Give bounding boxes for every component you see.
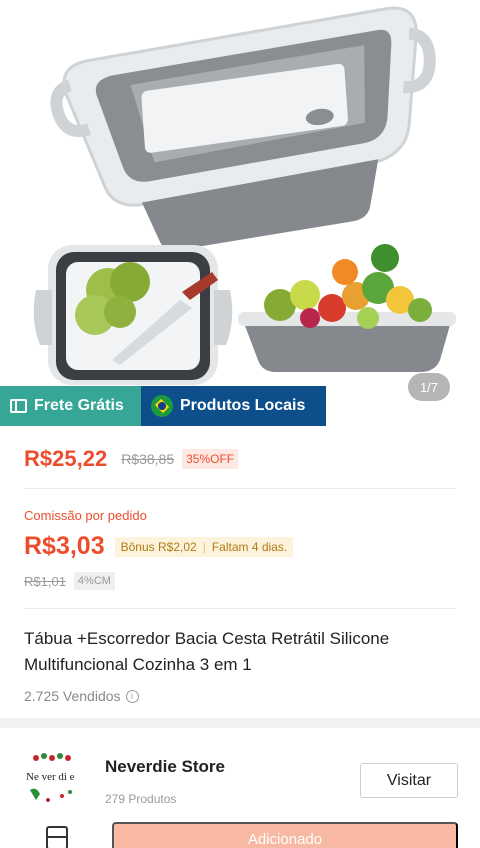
sold-count-row[interactable]: 2.725 Vendidos i [24, 688, 139, 704]
commission-original: R$1,01 [24, 573, 66, 589]
product-title: Tábua +Escorredor Bacia Cesta Retrátil S… [24, 629, 390, 674]
product-photo [33, 6, 456, 385]
shipping-icon [10, 399, 27, 413]
added-button[interactable]: Adicionado [112, 822, 458, 848]
commission-label: Comissão por pedido [24, 508, 147, 523]
price-row: R$25,22 R$38,85 35%OFF [24, 446, 239, 472]
info-icon[interactable]: i [125, 689, 139, 703]
discount-badge: 35%OFF [182, 449, 239, 469]
commission-rate-badge: 4%CM [73, 572, 115, 590]
store-logo-image: Ne ver di e [26, 753, 75, 802]
divider [24, 488, 456, 489]
commission-row: R$3,03 Bônus R$2,02 | Faltam 4 dias. [24, 532, 294, 561]
brazil-flag-icon [151, 395, 173, 417]
commission-value: R$3,03 [24, 532, 105, 560]
store-icon[interactable] [46, 826, 68, 848]
section-separator [0, 718, 480, 728]
image-page-indicator: 1/7 [408, 373, 450, 401]
bonus-separator: | [202, 539, 206, 554]
product-image-carousel[interactable]: 1/7 [0, 0, 480, 412]
store-product-count: 279 Produtos [105, 792, 177, 806]
free-shipping-label: Frete Grátis [34, 397, 124, 414]
svg-text:Ne ver di e: Ne ver di e [26, 771, 75, 783]
free-shipping-badge: Frete Grátis [0, 386, 141, 426]
current-price: R$25,22 [24, 446, 108, 471]
original-price: R$38,85 [121, 451, 175, 467]
sold-count: 2.725 Vendidos [24, 688, 121, 704]
bonus-remaining: Faltam 4 dias. [211, 539, 288, 554]
store-name[interactable]: Neverdie Store [105, 757, 225, 777]
visit-store-button[interactable]: Visitar [360, 763, 458, 798]
bonus-amount: Bônus R$2,02 [120, 539, 197, 554]
local-products-badge: Produtos Locais [141, 386, 326, 426]
commission-original-row: R$1,01 4%CM [24, 572, 115, 590]
local-products-label: Produtos Locais [180, 397, 306, 414]
bonus-badge: Bônus R$2,02 | Faltam 4 dias. [114, 536, 294, 557]
store-logo[interactable]: Ne ver di e [22, 748, 84, 810]
shipping-badges: Frete Grátis Produtos Locais [0, 386, 326, 426]
divider [24, 608, 456, 609]
